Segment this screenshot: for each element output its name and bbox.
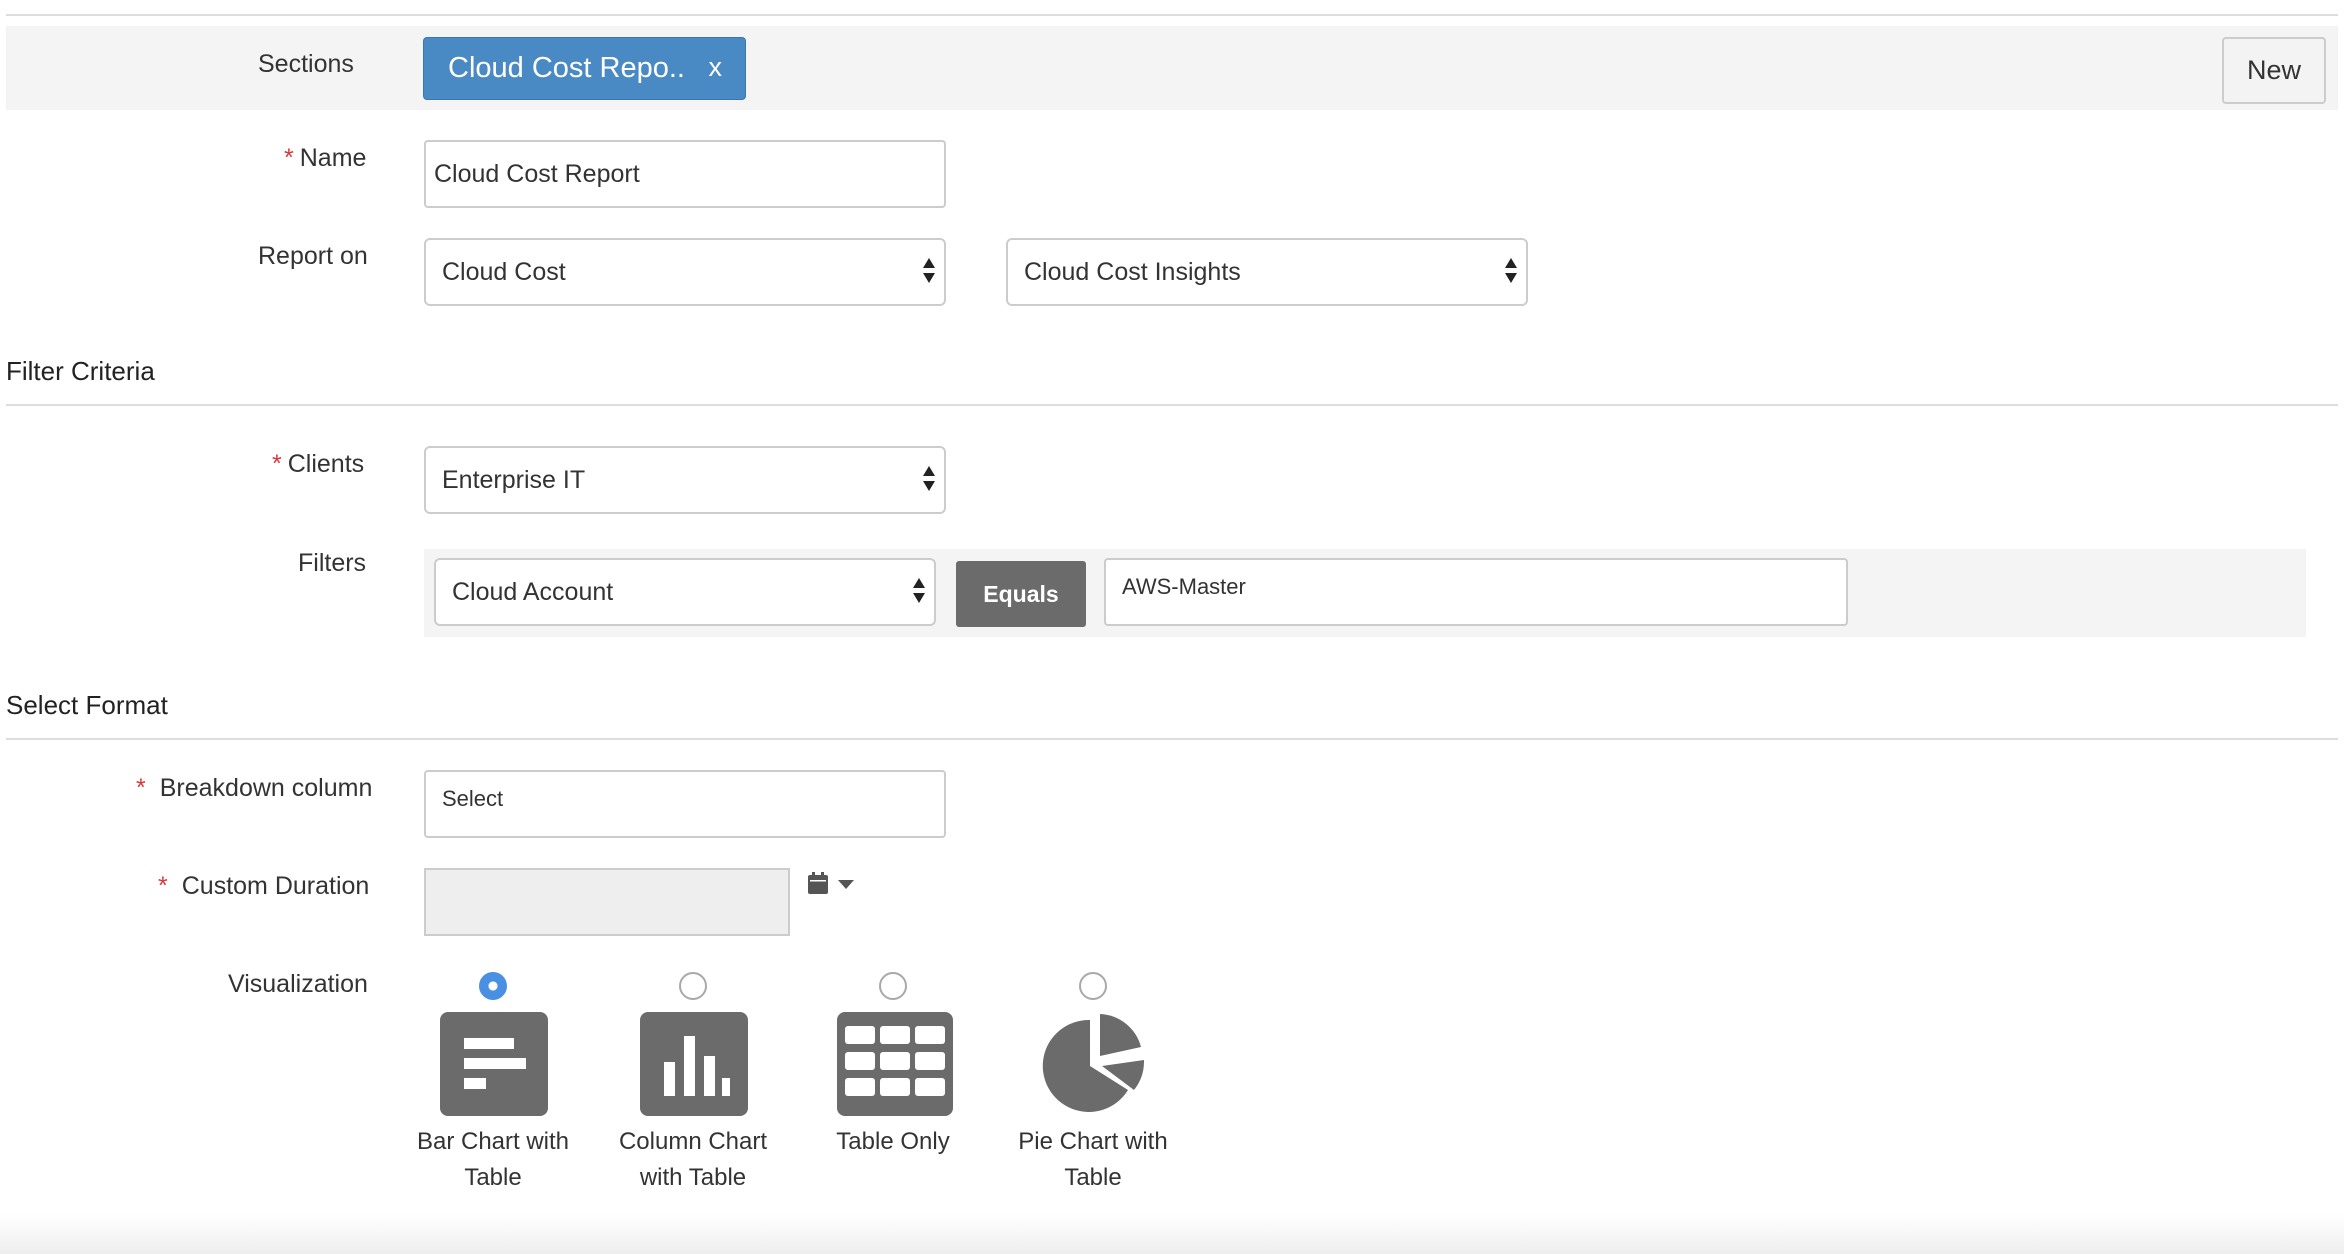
viz-radio-table-only[interactable] bbox=[879, 972, 907, 1000]
select-format-divider bbox=[6, 738, 2338, 740]
viz-radio-pie-chart[interactable] bbox=[1079, 972, 1107, 1000]
viz-radio-bar-chart[interactable] bbox=[479, 972, 507, 1000]
top-divider bbox=[6, 14, 2338, 16]
required-marker: * bbox=[136, 774, 146, 802]
name-input[interactable]: Cloud Cost Report bbox=[424, 140, 946, 208]
viz-label-bar-chart: Bar Chart with Table bbox=[416, 1128, 570, 1191]
filter-field-select[interactable]: Cloud Account bbox=[434, 558, 936, 626]
section-tag-label: Cloud Cost Repo.. bbox=[448, 52, 685, 84]
custom-duration-label: * Custom Duration bbox=[158, 872, 370, 900]
required-marker: * bbox=[158, 872, 168, 900]
required-marker: * bbox=[272, 450, 282, 478]
viz-label-pie-chart: Pie Chart with Table bbox=[1018, 1128, 1168, 1191]
sections-bar bbox=[6, 26, 2338, 110]
section-tag[interactable]: Cloud Cost Repo.. x bbox=[423, 37, 746, 100]
select-arrows-icon bbox=[922, 466, 936, 496]
required-marker: * bbox=[284, 144, 294, 172]
select-arrows-icon bbox=[1504, 258, 1518, 288]
filter-value-input[interactable]: AWS-Master bbox=[1104, 558, 1848, 626]
report-on-value: Cloud Cost bbox=[442, 257, 566, 286]
section-tag-close-button[interactable]: x bbox=[709, 52, 723, 83]
bar-chart-icon[interactable] bbox=[440, 1012, 548, 1116]
select-arrows-icon bbox=[922, 258, 936, 288]
report-type-value: Cloud Cost Insights bbox=[1024, 257, 1241, 286]
name-label: * Name bbox=[284, 144, 367, 172]
page-bottom-edge bbox=[0, 1214, 2344, 1254]
viz-label-column-chart: Column Chart with Table bbox=[618, 1128, 768, 1191]
select-arrows-icon bbox=[912, 578, 926, 608]
clients-value: Enterprise IT bbox=[442, 465, 586, 494]
new-button[interactable]: New bbox=[2222, 37, 2326, 104]
calendar-icon[interactable] bbox=[808, 872, 828, 894]
clients-select[interactable]: Enterprise IT bbox=[424, 446, 946, 514]
operator-button[interactable]: Equals bbox=[956, 561, 1086, 627]
viz-radio-column-chart[interactable] bbox=[679, 972, 707, 1000]
breakdown-column-input[interactable]: Select bbox=[424, 770, 946, 838]
custom-duration-field[interactable] bbox=[424, 868, 790, 936]
select-format-heading: Select Format bbox=[6, 690, 168, 720]
filters-label: Filters bbox=[298, 549, 367, 577]
breakdown-column-label: * Breakdown column bbox=[136, 774, 373, 802]
filter-field-value: Cloud Account bbox=[452, 577, 614, 606]
filter-criteria-divider bbox=[6, 404, 2338, 406]
table-icon[interactable] bbox=[837, 1012, 953, 1116]
report-type-select[interactable]: Cloud Cost Insights bbox=[1006, 238, 1528, 306]
sections-label: Sections bbox=[258, 50, 354, 78]
clients-label: * Clients bbox=[272, 450, 365, 478]
pie-chart-icon[interactable] bbox=[1040, 1012, 1148, 1116]
report-on-label: Report on bbox=[258, 242, 368, 270]
chevron-down-icon[interactable] bbox=[838, 880, 854, 889]
visualization-label: Visualization bbox=[228, 970, 368, 998]
column-chart-icon[interactable] bbox=[640, 1012, 748, 1116]
filter-criteria-heading: Filter Criteria bbox=[6, 356, 155, 386]
viz-label-table-only: Table Only bbox=[836, 1128, 950, 1155]
report-on-select[interactable]: Cloud Cost bbox=[424, 238, 946, 306]
